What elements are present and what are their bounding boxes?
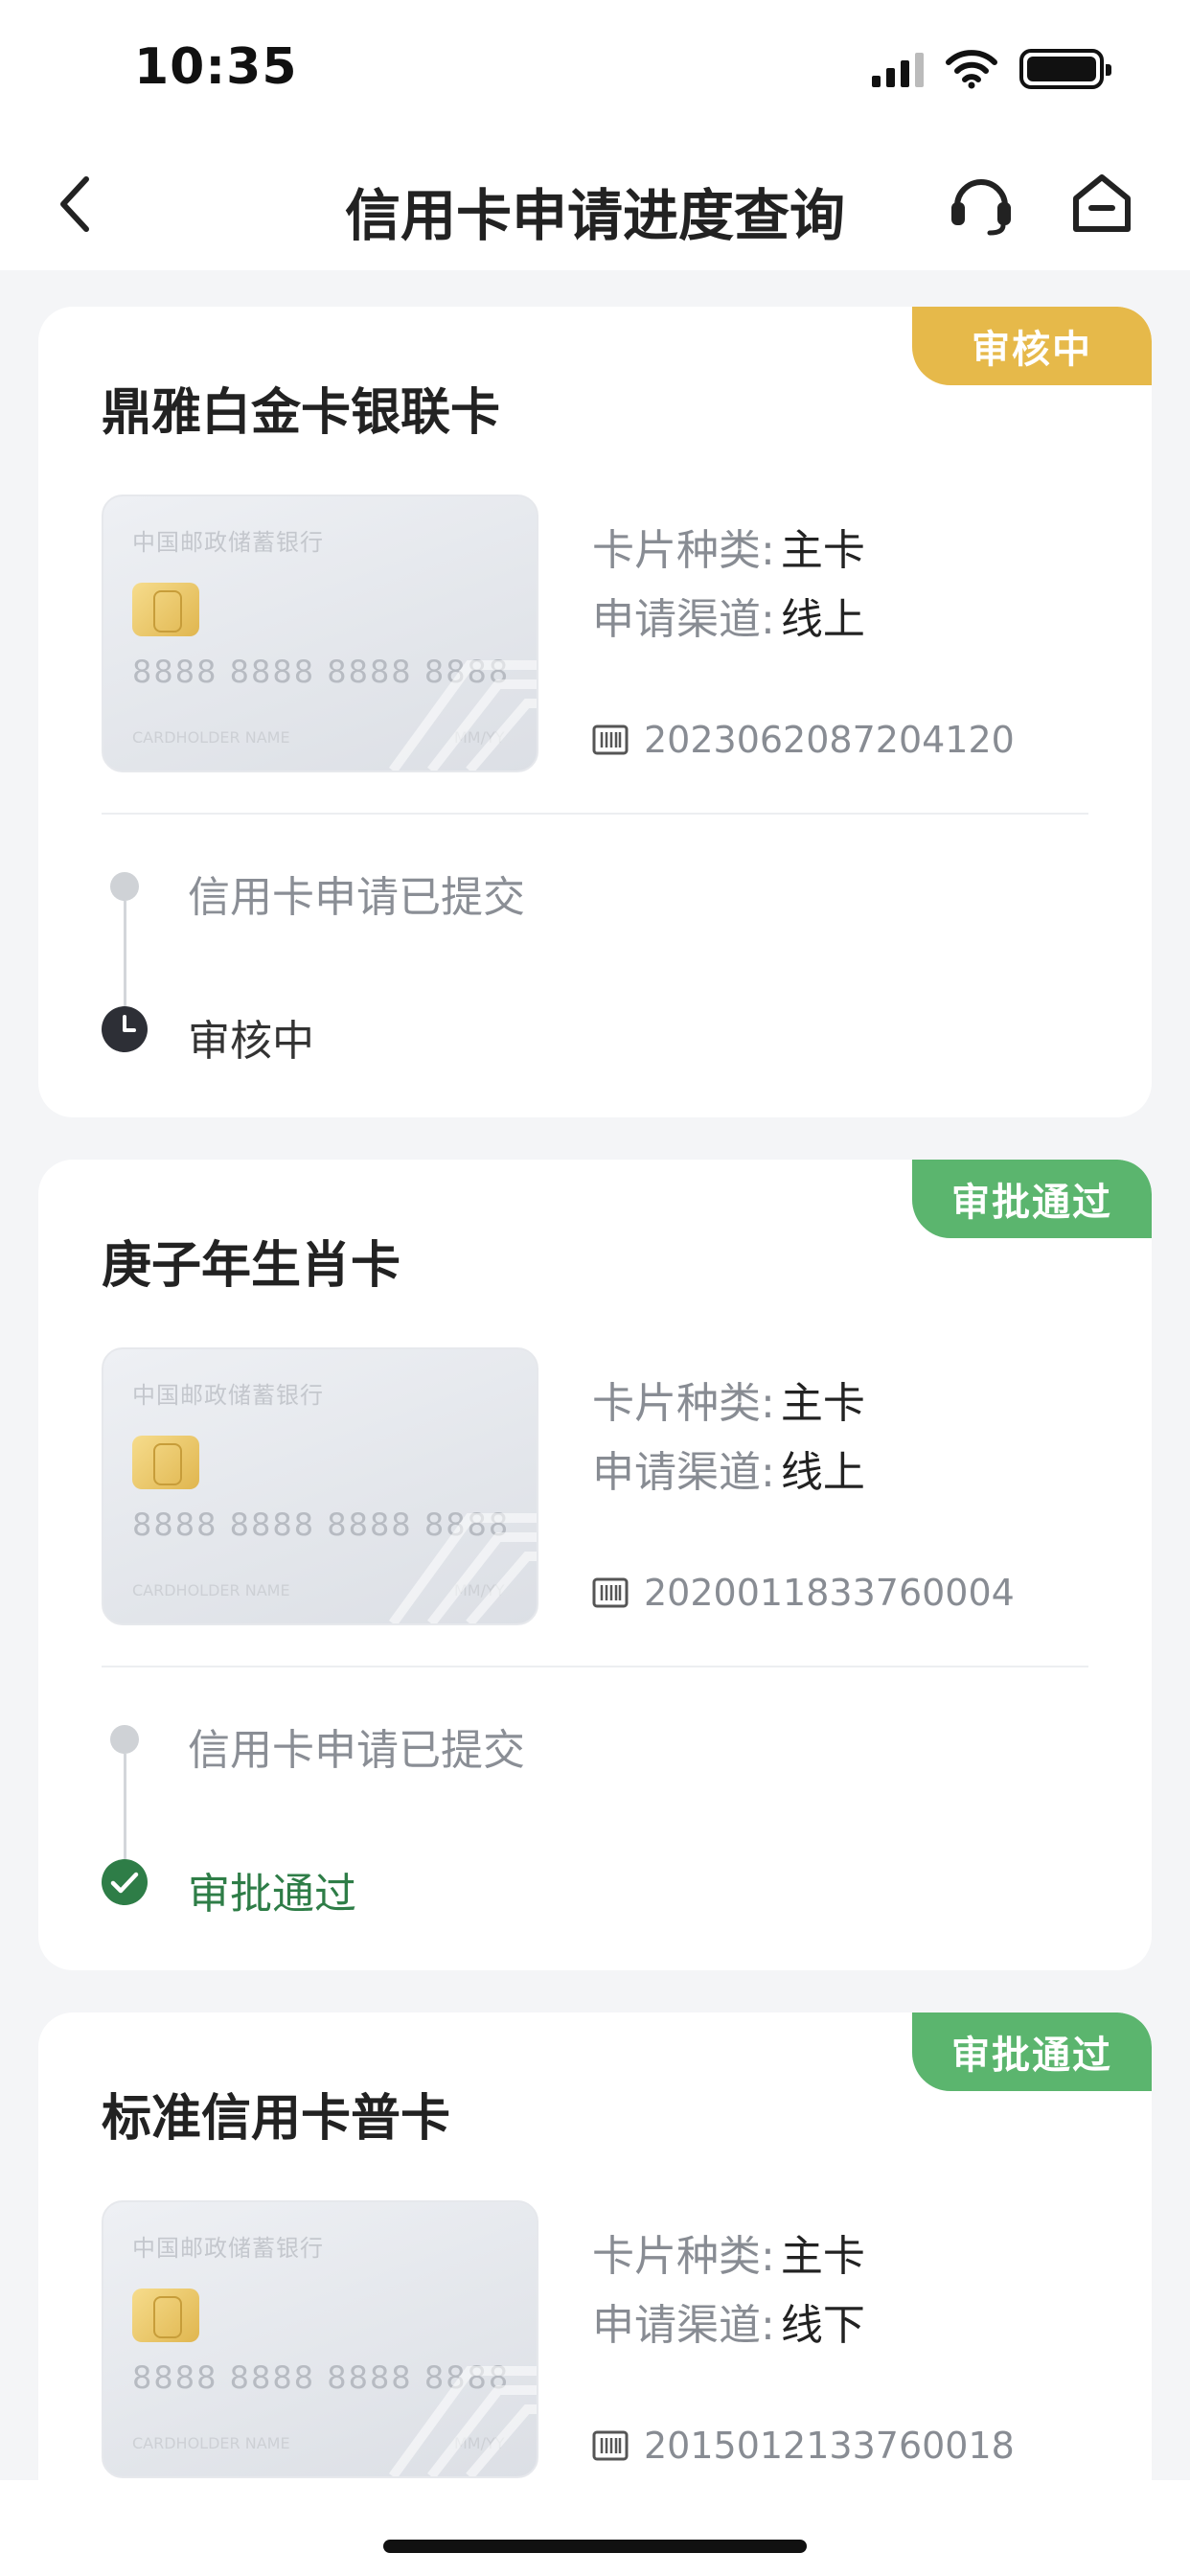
step-dot <box>110 1725 139 1754</box>
channel-row: 申请渠道: 线上 <box>592 1438 865 1499</box>
status-badge: 审批通过 <box>912 2012 1152 2091</box>
step-submitted: 信用卡申请已提交 <box>188 873 525 922</box>
channel-label: 申请渠道: <box>592 595 775 644</box>
card-name: 标准信用卡普卡 <box>102 2090 451 2148</box>
card-holder: CARDHOLDER NAME <box>132 1581 290 1599</box>
channel-row: 申请渠道: 线上 <box>592 585 865 646</box>
chip-icon <box>132 583 199 636</box>
card-name: 庚子年生肖卡 <box>102 1237 401 1295</box>
channel-value: 线上 <box>780 1448 865 1497</box>
step-current: 审批通过 <box>188 1870 356 1919</box>
status-bar: 10:35 <box>0 0 1190 142</box>
cellular-signal-icon <box>872 51 924 87</box>
status-time: 10:35 <box>134 38 298 96</box>
channel-value: 线下 <box>780 2301 865 2350</box>
application-card[interactable]: 审核中 鼎雅白金卡银联卡 中国邮政储蓄银行 8888 8888 8888 888… <box>38 307 1152 1117</box>
clock-icon <box>102 1006 148 1052</box>
channel-label: 申请渠道: <box>592 2301 775 2350</box>
card-type-label: 卡片种类: <box>592 1379 775 1428</box>
barcode-icon <box>592 1577 629 1608</box>
page: 10:35 信用卡申请进度查询 审核中 鼎雅白金卡银联卡 中国邮政储蓄银行 88… <box>0 0 1190 2576</box>
card-bank-name: 中国邮政储蓄银行 <box>132 1382 324 1409</box>
application-number: 2023062087204120 <box>644 719 1015 761</box>
divider <box>102 1666 1088 1668</box>
barcode-icon <box>592 724 629 755</box>
card-type-row: 卡片种类: 主卡 <box>592 516 865 577</box>
card-type-label: 卡片种类: <box>592 2232 775 2281</box>
card-type-label: 卡片种类: <box>592 526 775 575</box>
card-bank-name: 中国邮政储蓄银行 <box>132 2235 324 2262</box>
card-holder: CARDHOLDER NAME <box>132 2434 290 2452</box>
card-name: 鼎雅白金卡银联卡 <box>102 384 501 442</box>
card-holder: CARDHOLDER NAME <box>132 728 290 747</box>
home-indicator-bar <box>0 2480 1190 2576</box>
application-number-row: 2020011833760004 <box>592 1572 1015 1614</box>
status-badge: 审批通过 <box>912 1160 1152 1238</box>
status-badge: 审核中 <box>912 307 1152 385</box>
channel-label: 申请渠道: <box>592 1448 775 1497</box>
home-indicator[interactable] <box>383 2540 807 2553</box>
bank-logo-watermark-icon <box>388 2366 537 2476</box>
card-image: 中国邮政储蓄银行 8888 8888 8888 8888 CARDHOLDER … <box>102 1347 538 1625</box>
nav-bar: 信用卡申请进度查询 <box>0 142 1190 270</box>
wifi-icon <box>946 50 997 89</box>
card-type-row: 卡片种类: 主卡 <box>592 1368 865 1430</box>
card-image: 中国邮政储蓄银行 8888 8888 8888 8888 CARDHOLDER … <box>102 2200 538 2478</box>
application-number-row: 2015012133760018 <box>592 2425 1015 2467</box>
home-icon <box>1073 174 1131 232</box>
bank-logo-watermark-icon <box>388 660 537 770</box>
divider <box>102 813 1088 815</box>
customer-service-button[interactable] <box>943 165 1019 242</box>
channel-value: 线上 <box>780 595 865 644</box>
step-connector <box>124 1754 126 1859</box>
step-connector <box>124 901 126 1006</box>
chip-icon <box>132 2288 199 2342</box>
card-image: 中国邮政储蓄银行 8888 8888 8888 8888 CARDHOLDER … <box>102 494 538 772</box>
application-card[interactable]: 审批通过 标准信用卡普卡 中国邮政储蓄银行 8888 8888 8888 888… <box>38 2012 1152 2549</box>
card-type-row: 卡片种类: 主卡 <box>592 2221 865 2283</box>
card-type-value: 主卡 <box>780 1379 865 1428</box>
step-submitted: 信用卡申请已提交 <box>188 1726 525 1775</box>
check-circle-icon <box>102 1859 148 1905</box>
barcode-icon <box>592 2430 629 2461</box>
battery-icon <box>1019 49 1111 89</box>
application-number: 2015012133760018 <box>644 2425 1015 2467</box>
status-icons <box>872 48 1111 90</box>
step-dot <box>110 872 139 901</box>
card-bank-name: 中国邮政储蓄银行 <box>132 529 324 556</box>
application-card[interactable]: 审批通过 庚子年生肖卡 中国邮政储蓄银行 8888 8888 8888 8888… <box>38 1160 1152 1970</box>
application-number-row: 2023062087204120 <box>592 719 1015 761</box>
step-current: 审核中 <box>188 1017 314 1066</box>
headset-icon <box>951 179 1011 236</box>
card-type-value: 主卡 <box>780 2232 865 2281</box>
bank-logo-watermark-icon <box>388 1513 537 1623</box>
card-type-value: 主卡 <box>780 526 865 575</box>
home-button[interactable] <box>1064 165 1140 242</box>
chip-icon <box>132 1436 199 1489</box>
application-number: 2020011833760004 <box>644 1572 1015 1614</box>
channel-row: 申请渠道: 线下 <box>592 2290 865 2352</box>
